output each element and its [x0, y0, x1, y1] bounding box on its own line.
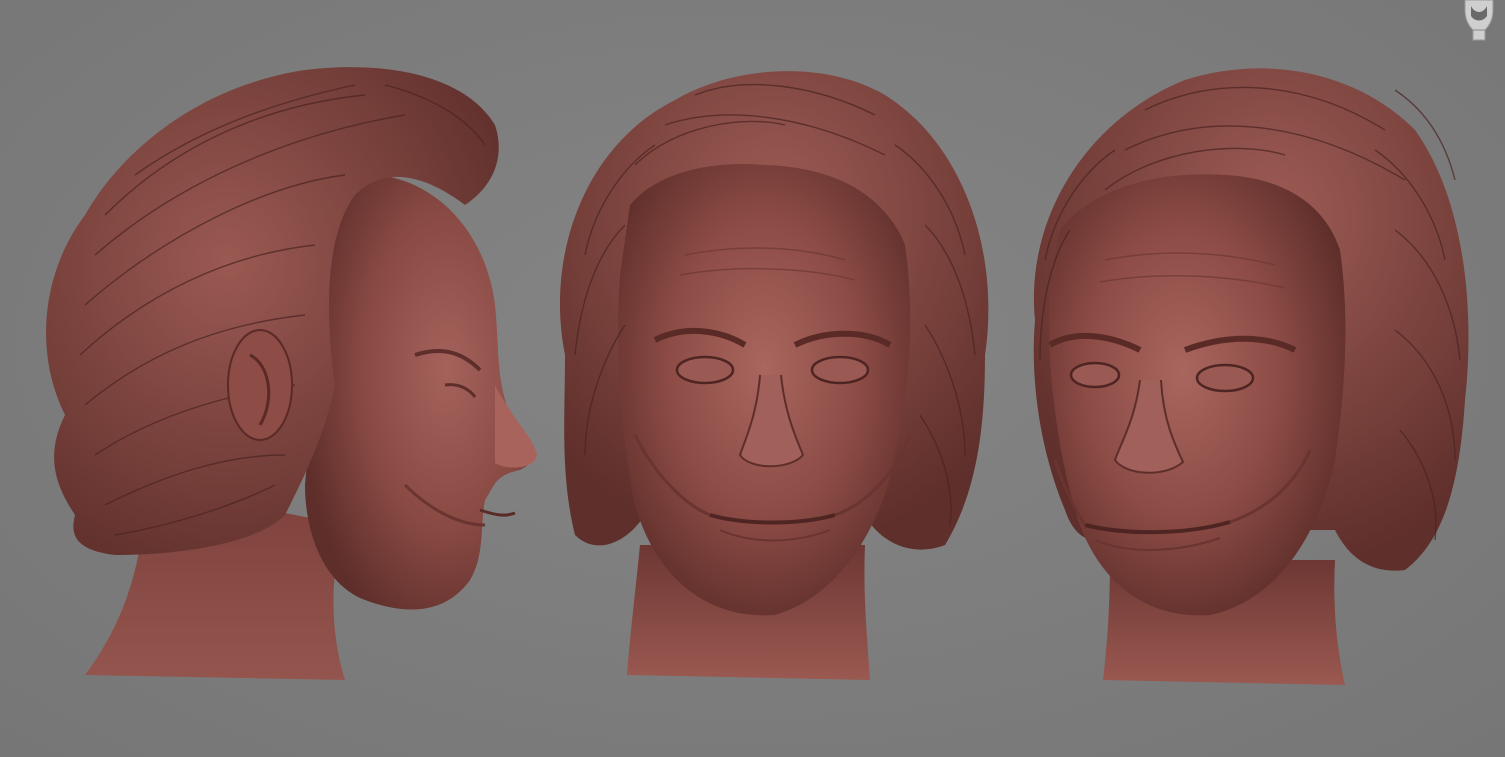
sculpt-viewport[interactable]	[0, 0, 1505, 757]
head-sculpt-three-quarter-view	[1033, 68, 1469, 685]
orientation-head-icon[interactable]	[1459, 0, 1499, 42]
head-sculpt-front-view	[559, 71, 989, 680]
orientation-head-icon-graphic	[1464, 0, 1494, 41]
head-sculpt-side-view	[46, 67, 537, 680]
